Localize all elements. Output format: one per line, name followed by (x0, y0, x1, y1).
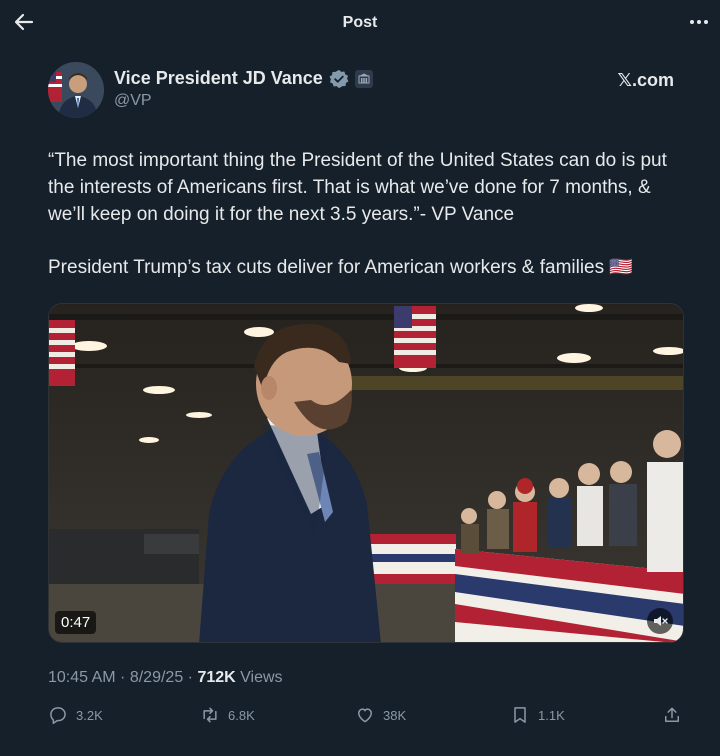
post-paragraph: President Trump’s tax cuts deliver for A… (48, 257, 634, 278)
reply-icon (50, 707, 66, 724)
heart-icon (358, 708, 372, 723)
more-horizontal-icon[interactable] (688, 12, 710, 32)
government-seal-icon[interactable] (354, 69, 373, 88)
video-player[interactable]: 0:47 (48, 303, 684, 643)
author-handle[interactable]: @VP (114, 92, 152, 110)
like-count: 38K (383, 707, 407, 723)
post-meta: 10:45 AM · 8/29/25 · 712K Views (48, 669, 283, 687)
video-duration: 0:47 (55, 611, 97, 634)
share-icon (665, 707, 679, 722)
post-time[interactable]: 10:45 AM (48, 669, 116, 686)
bookmark-icon (514, 707, 526, 723)
views-label: Views (235, 669, 283, 686)
bookmark-button[interactable]: 1.1K (510, 705, 565, 725)
speaker-muted-icon[interactable] (647, 608, 673, 634)
reply-count: 3.2K (76, 707, 103, 723)
avatar[interactable] (48, 62, 104, 118)
views-count: 712K (197, 669, 236, 686)
repost-icon (203, 707, 217, 723)
post-paragraph: “The most important thing the President … (48, 150, 667, 225)
share-button[interactable] (662, 705, 682, 725)
action-bar: 3.2K 6.8K 38K 1.1K (0, 705, 720, 729)
author-name-row: Vice President JD Vance (114, 68, 373, 89)
bookmark-count: 1.1K (538, 707, 565, 723)
verified-badge-icon[interactable] (329, 69, 349, 89)
page-title: Post (342, 14, 378, 31)
meta-separator: · (115, 669, 130, 686)
avatar-image (48, 62, 104, 118)
top-bar: Post (0, 0, 720, 48)
source-label: 𝕏.com (617, 70, 674, 90)
meta-separator: · (183, 669, 198, 686)
video-thumbnail (49, 304, 683, 642)
reply-button[interactable]: 3.2K (48, 705, 103, 725)
author-name[interactable]: Vice President JD Vance (114, 68, 323, 89)
repost-button[interactable]: 6.8K (200, 705, 255, 725)
like-button[interactable]: 38K (355, 705, 406, 725)
post-text: “The most important thing the President … (48, 147, 688, 307)
repost-count: 6.8K (228, 707, 255, 723)
post-date[interactable]: 8/29/25 (130, 669, 183, 686)
